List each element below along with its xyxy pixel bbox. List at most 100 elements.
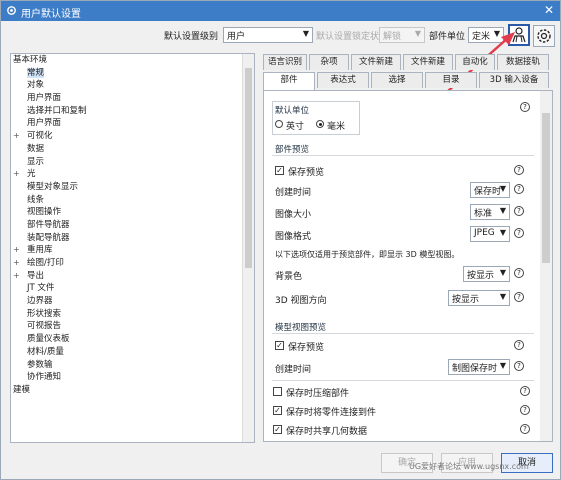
tab-language-recognition[interactable]: 语言识别 [263, 54, 307, 70]
help-icon[interactable]: ? [514, 292, 524, 302]
tree-rows: 基本环境 常规 对象 用户界面 选择并口和复制 用户界面 + 可视化 数据 显示 + 光模型对象显示线… [11, 54, 254, 397]
tree-item[interactable]: 参数输 [11, 359, 254, 372]
tree-item[interactable]: 用户界面 [11, 92, 254, 105]
tab-directory[interactable]: 目录 [425, 72, 477, 88]
unit-inch-radio[interactable] [275, 120, 283, 128]
tab-row-2: 部件 表达式 选择 目录 3D 输入设备 [263, 72, 553, 91]
tree-item[interactable]: 建模 [11, 384, 254, 397]
view-direction-label: 3D 视图方向 [275, 296, 327, 306]
tree-item[interactable]: 形状搜索 [11, 308, 254, 321]
help-icon[interactable]: ? [520, 386, 530, 396]
tree-scrollbar[interactable] [242, 54, 254, 442]
option-checkbox[interactable]: ✓ [273, 425, 282, 434]
model-preview-title: 模型视图预览 [275, 323, 327, 333]
image-size-select[interactable]: 标准 ▼ [470, 204, 510, 220]
tree-item[interactable]: 数据 [11, 143, 254, 156]
model-create-time-select[interactable]: 制图保存时 ▼ [448, 359, 510, 375]
tree-item[interactable]: 协作通知 [11, 371, 254, 384]
help-icon[interactable]: ? [514, 228, 524, 238]
tree-item[interactable]: + 绘图/打印 [11, 257, 254, 270]
category-tree[interactable]: 基本环境 常规 对象 用户界面 选择并口和复制 用户界面 + 可视化 数据 显示 + 光模型对象显示线… [10, 53, 255, 443]
tree-item[interactable]: 视图操作 [11, 206, 254, 219]
help-icon[interactable]: ? [514, 268, 524, 278]
expand-icon[interactable]: + [13, 168, 20, 181]
tree-item[interactable]: 用户界面 [11, 117, 254, 130]
tree-item[interactable]: 对象 [11, 79, 254, 92]
tab-selection[interactable]: 选择 [371, 72, 423, 88]
tree-item[interactable]: 模型对象显示 [11, 181, 254, 194]
create-time-select[interactable]: 保存时 ▼ [470, 182, 510, 198]
tree-item[interactable]: 显示 [11, 156, 254, 169]
tree-item-label: JT 文件 [27, 283, 55, 294]
settings-button[interactable] [533, 25, 555, 47]
background-select[interactable]: 按显示 ▼ [463, 266, 510, 282]
tree-item-label: 建模 [13, 384, 31, 395]
tree-item[interactable]: 材料/质量 [11, 346, 254, 359]
tab-automation[interactable]: 自动化 [455, 54, 495, 70]
tree-item[interactable]: + 光 [11, 168, 254, 181]
tree-item[interactable]: 选择并口和复制 [11, 105, 254, 118]
tree-item[interactable]: 边界器 [11, 295, 254, 308]
expand-icon[interactable]: + [13, 270, 20, 283]
divider [272, 155, 534, 156]
tab-file-new-2[interactable]: 文件新建 [403, 54, 453, 70]
tree-item[interactable]: 装配导航器 [11, 232, 254, 245]
help-icon[interactable]: ? [520, 405, 530, 415]
tree-item[interactable]: 可视报告 [11, 320, 254, 333]
tree-item[interactable]: JT 文件 [11, 282, 254, 295]
tree-item[interactable]: + 重用库 [11, 244, 254, 257]
tree-item[interactable]: 常规 [11, 67, 254, 80]
scroll-thumb[interactable] [542, 113, 550, 263]
tree-item-label: 协作通知 [27, 372, 62, 383]
tab-expressions[interactable]: 表达式 [317, 72, 369, 88]
tree-item-label: 视图操作 [27, 207, 62, 218]
watermark: UG爱好者论坛 www.ugsnx.com [409, 462, 529, 471]
help-icon[interactable]: ? [514, 340, 524, 350]
expand-icon[interactable]: + [13, 130, 20, 143]
expand-icon[interactable]: + [13, 244, 20, 257]
image-format-select[interactable]: JPEG ▼ [470, 226, 510, 242]
save-preview-checkbox[interactable]: ✓ [275, 166, 284, 175]
view-direction-select[interactable]: 按显示 ▼ [448, 290, 510, 306]
help-icon[interactable]: ? [514, 361, 524, 371]
option-label: 保存时将零件连接到件 [286, 408, 377, 418]
tab-3d-input-device[interactable]: 3D 输入设备 [479, 72, 549, 88]
help-icon[interactable]: ? [514, 165, 524, 175]
tree-item-label: 可视化 [27, 131, 53, 142]
tree-item[interactable]: 质量仪表板 [11, 333, 254, 346]
settings-panel: 默认单位 英寸 毫米 ? 部件预览 ✓ 保存预览 ? 创建时间 保存时 ▼ ? 图… [263, 90, 553, 442]
unit-mm-radio[interactable] [316, 120, 324, 128]
help-icon[interactable]: ? [520, 102, 530, 112]
lock-status-select[interactable]: 解锁 ▼ [379, 27, 425, 43]
tab-file-new[interactable]: 文件新建 [351, 54, 401, 70]
option-label: 保存时压缩部件 [286, 389, 350, 399]
tab-data-interface[interactable]: 数据接轨 [497, 54, 549, 70]
panel-scrollbar[interactable] [540, 91, 552, 441]
option-checkbox[interactable] [273, 387, 282, 396]
tree-item[interactable]: + 可视化 [11, 130, 254, 143]
preview-title: 部件预览 [275, 145, 310, 155]
expand-icon[interactable]: + [13, 257, 20, 270]
option-checkbox[interactable]: ✓ [273, 406, 282, 415]
tab-part[interactable]: 部件 [263, 72, 315, 91]
help-icon[interactable]: ? [520, 424, 530, 434]
divider [272, 333, 534, 334]
image-size-value: 标准 [474, 209, 493, 219]
tree-item[interactable]: 部件导航器 [11, 219, 254, 232]
model-save-preview-checkbox[interactable]: ✓ [275, 341, 284, 350]
close-button[interactable]: ✕ [544, 3, 554, 17]
chevron-down-icon: ▼ [302, 29, 309, 38]
tab-row-1: 语言识别 杂项 文件新建 文件新建 自动化 数据接轨 [263, 54, 553, 70]
tree-item-label: 对象 [27, 80, 45, 91]
scroll-thumb[interactable] [245, 68, 252, 268]
help-icon[interactable]: ? [514, 206, 524, 216]
tree-item-label: 基本环境 [13, 55, 48, 65]
help-icon[interactable]: ? [514, 184, 524, 194]
tree-item[interactable]: 基本环境 [11, 54, 254, 67]
site-level-label: 默认设置级别 [164, 32, 219, 42]
tab-misc[interactable]: 杂项 [309, 54, 349, 70]
tree-item-label: 显示 [27, 156, 45, 167]
tree-item[interactable]: 线条 [11, 194, 254, 207]
tree-item[interactable]: + 导出 [11, 270, 254, 283]
site-level-select[interactable]: 用户 ▼ [223, 27, 313, 43]
